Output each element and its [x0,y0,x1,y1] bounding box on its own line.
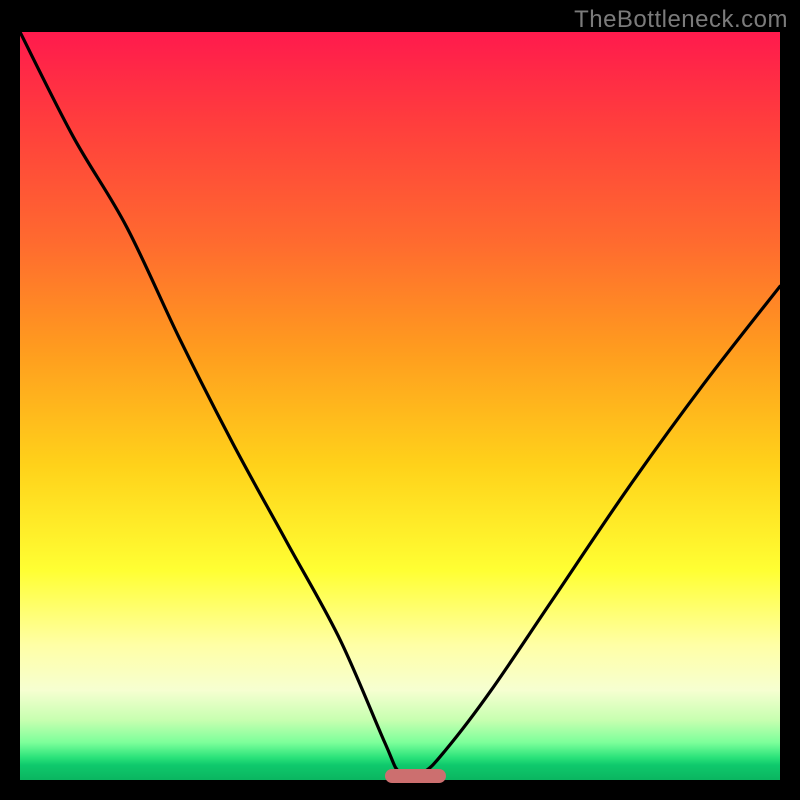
bottleneck-curve [20,32,780,780]
optimal-marker [385,769,446,783]
watermark-text: TheBottleneck.com [574,6,788,34]
chart-frame: TheBottleneck.com [0,0,800,800]
plot-area [20,32,780,780]
